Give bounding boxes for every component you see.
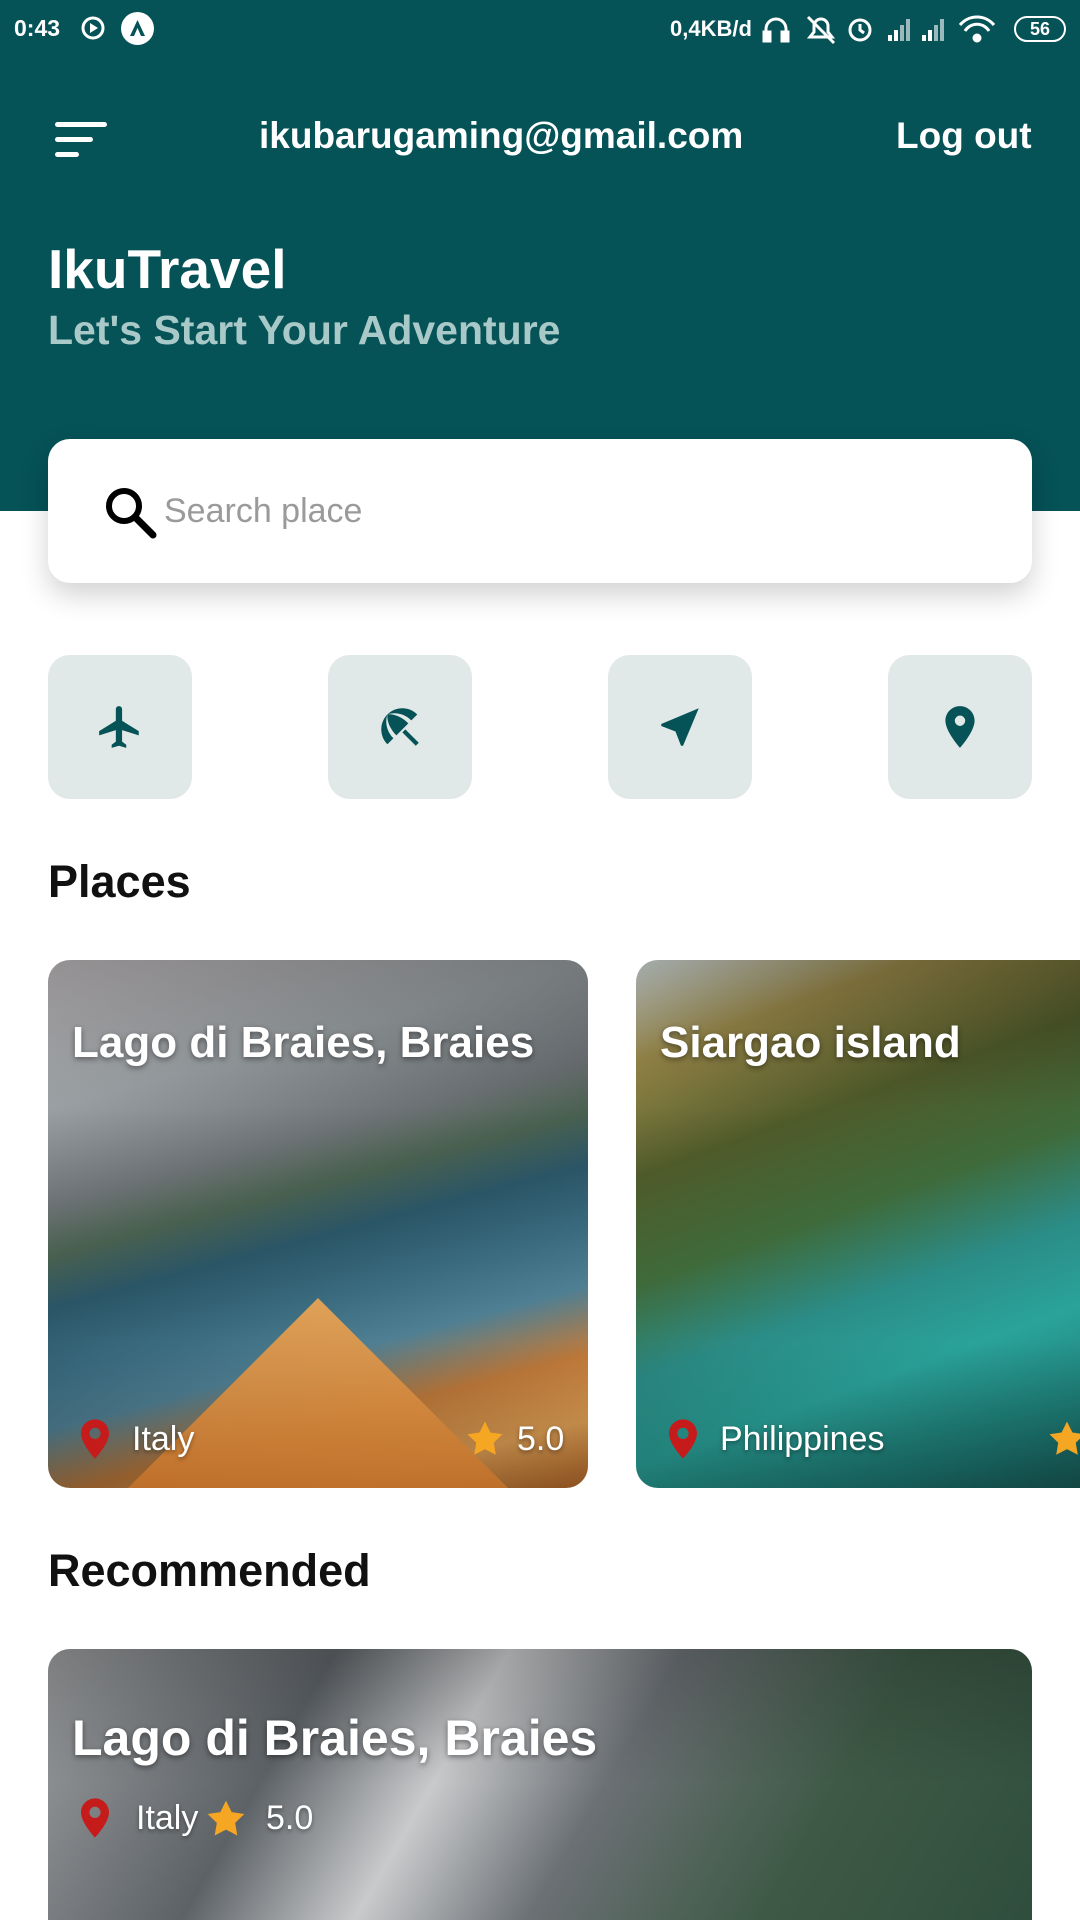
recommended-card-title: Lago di Braies, Braies — [72, 1710, 598, 1766]
wifi-icon — [958, 15, 996, 43]
status-time: 0:43 — [14, 15, 61, 41]
search-box[interactable] — [48, 439, 1032, 583]
place-card-title: Lago di Braies, Braies — [72, 1018, 535, 1067]
star-icon — [467, 1421, 503, 1455]
logout-button[interactable]: Log out — [896, 115, 1032, 157]
category-location-button[interactable] — [888, 655, 1032, 799]
sync-icon — [81, 16, 105, 40]
search-icon — [106, 488, 157, 539]
signal-icon-2 — [922, 19, 944, 41]
star-icon — [1049, 1421, 1080, 1455]
bell-off-icon — [806, 15, 836, 45]
beach-umbrella-icon — [381, 708, 419, 746]
recommended-section-title: Recommended — [48, 1545, 371, 1596]
user-email: ikubarugaming@gmail.com — [259, 115, 744, 156]
app-notification-icon — [121, 12, 154, 45]
airplane-icon — [99, 706, 139, 748]
signal-icon — [888, 19, 910, 41]
menu-icon — [55, 122, 107, 157]
recommended-card-rating: 5.0 — [266, 1799, 314, 1837]
place-card-lago-di-braies[interactable]: Lago di Braies, Braies Italy 5.0 — [48, 960, 588, 1488]
search-input[interactable] — [164, 473, 984, 549]
location-pin-icon — [945, 706, 975, 748]
boat-image — [128, 1298, 508, 1488]
place-card-title: Siargao island — [660, 1018, 961, 1067]
place-card-country: Philippines — [720, 1420, 885, 1458]
place-card-siargao-island[interactable]: Siargao island Philippines — [636, 960, 1080, 1488]
place-card-country: Italy — [132, 1420, 195, 1458]
category-flights-button[interactable] — [48, 655, 192, 799]
category-navigation-button[interactable] — [608, 655, 752, 799]
navigation-arrow-icon — [661, 708, 699, 746]
app-title: IkuTravel — [48, 238, 287, 300]
recommended-card-country: Italy — [136, 1799, 199, 1837]
menu-button[interactable] — [52, 116, 110, 164]
app-screen: 0:43 0,4KB/d 56 ikubarugaming@gmail.com … — [0, 0, 1080, 1920]
location-pin-icon — [81, 1798, 109, 1838]
app-subtitle: Let's Start Your Adventure — [48, 307, 561, 353]
places-section-title: Places — [48, 856, 191, 907]
category-beach-button[interactable] — [328, 655, 472, 799]
recommended-card-lago-di-braies[interactable]: Lago di Braies, Braies Italy 5.0 — [48, 1649, 1032, 1920]
status-bar: 0:43 0,4KB/d 56 — [0, 0, 1080, 58]
headphones-icon — [762, 17, 790, 43]
location-pin-icon — [669, 1419, 697, 1459]
network-speed: 0,4KB/d — [670, 16, 752, 41]
star-icon — [207, 1800, 245, 1836]
location-pin-icon — [81, 1419, 109, 1459]
alarm-icon — [848, 18, 872, 42]
place-card-rating: 5.0 — [517, 1420, 565, 1458]
battery-icon: 56 — [1014, 16, 1066, 42]
